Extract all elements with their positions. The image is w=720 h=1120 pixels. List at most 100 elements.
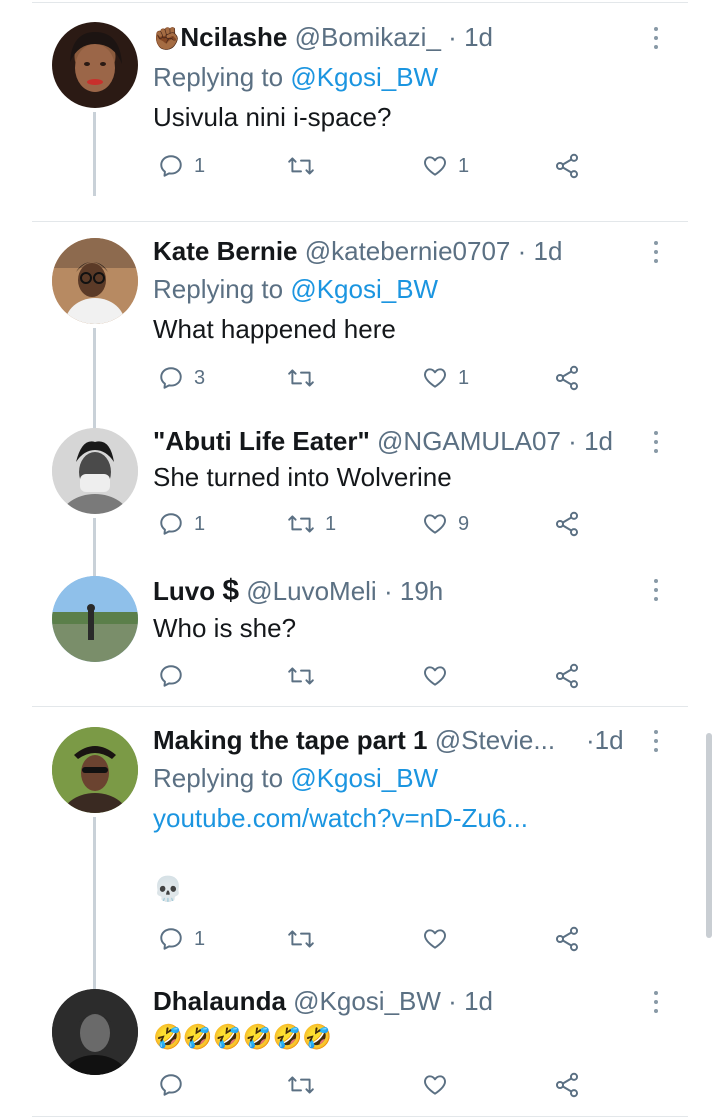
reply-icon	[160, 513, 182, 535]
like-button[interactable]	[422, 1067, 458, 1103]
mention-link[interactable]: @Kgosi_BW	[290, 62, 438, 92]
tweet-header: Luvo $ @LuvoMeli · 19h	[153, 574, 443, 607]
reply-count: 1	[194, 927, 206, 950]
more-icon[interactable]	[650, 241, 662, 267]
reply-icon	[160, 928, 182, 950]
reply-icon	[160, 665, 182, 687]
avatar[interactable]	[52, 576, 138, 662]
handle[interactable]: @Stevie...	[435, 725, 555, 755]
avatar[interactable]	[52, 727, 138, 813]
like-count: 1	[458, 366, 470, 389]
reply-button[interactable]: 1	[158, 506, 205, 542]
youtube-link[interactable]: youtube.com/watch?v=nD-Zu6...	[153, 803, 528, 833]
tweet-text: Who is she?	[153, 613, 297, 643]
avatar[interactable]	[52, 22, 138, 108]
more-icon[interactable]	[650, 991, 662, 1017]
scrollbar[interactable]	[706, 733, 712, 938]
display-name[interactable]: Making the tape part 1	[153, 725, 428, 755]
share-button[interactable]	[553, 506, 581, 542]
like-count: 1	[458, 154, 470, 177]
like-button[interactable]: 1	[422, 360, 469, 396]
like-icon	[424, 666, 446, 686]
timestamp[interactable]: 1d	[464, 986, 493, 1016]
retweet-icon	[288, 667, 314, 685]
share-button[interactable]	[553, 1067, 581, 1103]
replying-to: Replying to @Kgosi_BW	[153, 62, 438, 92]
name-suffix: $	[222, 574, 240, 607]
display-name[interactable]: Ncilashe	[180, 22, 287, 52]
more-icon[interactable]	[650, 27, 662, 53]
tweet-ncilashe[interactable]: ✊🏾Ncilashe @Bomikazi_ · 1d Replying to @…	[0, 0, 720, 222]
retweet-button[interactable]: 1	[287, 506, 336, 542]
share-icon	[555, 926, 579, 952]
like-button[interactable]: 9	[422, 506, 469, 542]
timestamp[interactable]: 1d	[464, 22, 493, 52]
share-button[interactable]	[553, 148, 581, 184]
reply-count: 3	[194, 366, 206, 389]
more-icon[interactable]	[650, 431, 662, 457]
separator: ·	[568, 426, 577, 456]
like-count: 9	[458, 512, 470, 535]
handle[interactable]: @NGAMULA07	[377, 426, 561, 456]
retweet-button[interactable]	[287, 148, 325, 184]
retweet-button[interactable]	[287, 360, 325, 396]
reply-button[interactable]	[158, 1067, 194, 1103]
share-button[interactable]	[553, 921, 581, 957]
timestamp[interactable]: 1d	[595, 725, 624, 755]
reply-icon	[160, 155, 182, 177]
timestamp[interactable]: 19h	[400, 576, 443, 606]
reply-icon	[160, 367, 182, 389]
tweet-luvo[interactable]: Luvo $ @LuvoMeli · 19h Who is she?	[0, 560, 720, 706]
like-icon	[424, 1075, 446, 1095]
display-name[interactable]: Dhalaunda	[153, 986, 286, 1016]
retweet-button[interactable]	[287, 1067, 325, 1103]
tweet-emoji: 💀	[153, 876, 183, 903]
tweet-actions: 1 1	[0, 148, 720, 184]
tweet-text: She turned into Wolverine	[153, 462, 452, 492]
tweet-actions: 1 1 9	[0, 506, 720, 542]
tweet-making-the-tape[interactable]: Making the tape part 1 @Stevie... ·1d Re…	[0, 707, 720, 977]
tweet-kate-bernie[interactable]: Kate Bernie @katebernie0707 · 1d Replyin…	[0, 222, 720, 440]
mention-link[interactable]: @Kgosi_BW	[290, 274, 438, 304]
separator: ·	[586, 725, 595, 755]
separator: ·	[517, 236, 527, 266]
handle[interactable]: @Bomikazi_	[295, 22, 441, 52]
reply-button[interactable]: 1	[158, 148, 205, 184]
thread-line	[93, 560, 96, 576]
avatar[interactable]	[52, 989, 138, 1075]
more-icon[interactable]	[650, 730, 662, 756]
share-icon	[555, 663, 579, 689]
reply-button[interactable]: 1	[158, 921, 205, 957]
replying-label: Replying to	[153, 62, 284, 92]
tweet-abuti-life-eater[interactable]: "Abuti Life Eater" @NGAMULA07 · 1d She t…	[0, 408, 720, 560]
replying-label: Replying to	[153, 274, 284, 304]
display-name[interactable]: Kate Bernie	[153, 236, 298, 266]
like-icon	[424, 929, 446, 949]
like-button[interactable]	[422, 921, 458, 957]
more-icon[interactable]	[650, 579, 662, 605]
avatar[interactable]	[52, 428, 138, 514]
timestamp[interactable]: 1d	[584, 426, 613, 456]
tweet-text: What happened here	[153, 314, 396, 344]
like-icon	[424, 368, 446, 388]
display-name[interactable]: "Abuti Life Eater"	[153, 426, 370, 456]
tweet-time: ·1d	[586, 725, 624, 755]
handle[interactable]: @Kgosi_BW	[293, 986, 441, 1016]
share-button[interactable]	[553, 658, 581, 694]
reply-button[interactable]	[158, 658, 194, 694]
tweet-dhalaunda[interactable]: Dhalaunda @Kgosi_BW · 1d 🤣🤣🤣🤣🤣🤣	[0, 977, 720, 1117]
retweet-button[interactable]	[287, 658, 325, 694]
mention-link[interactable]: @Kgosi_BW	[290, 763, 438, 793]
avatar[interactable]	[52, 238, 138, 324]
share-button[interactable]	[553, 360, 581, 396]
replying-to: Replying to @Kgosi_BW	[153, 763, 438, 793]
like-button[interactable]: 1	[422, 148, 469, 184]
handle[interactable]: @LuvoMeli	[246, 576, 376, 606]
handle[interactable]: @katebernie0707	[305, 236, 511, 266]
display-name[interactable]: Luvo	[153, 576, 215, 606]
reply-button[interactable]: 3	[158, 360, 205, 396]
like-button[interactable]	[422, 658, 458, 694]
retweet-button[interactable]	[287, 921, 325, 957]
retweet-icon	[288, 515, 314, 533]
timestamp[interactable]: 1d	[534, 236, 563, 266]
